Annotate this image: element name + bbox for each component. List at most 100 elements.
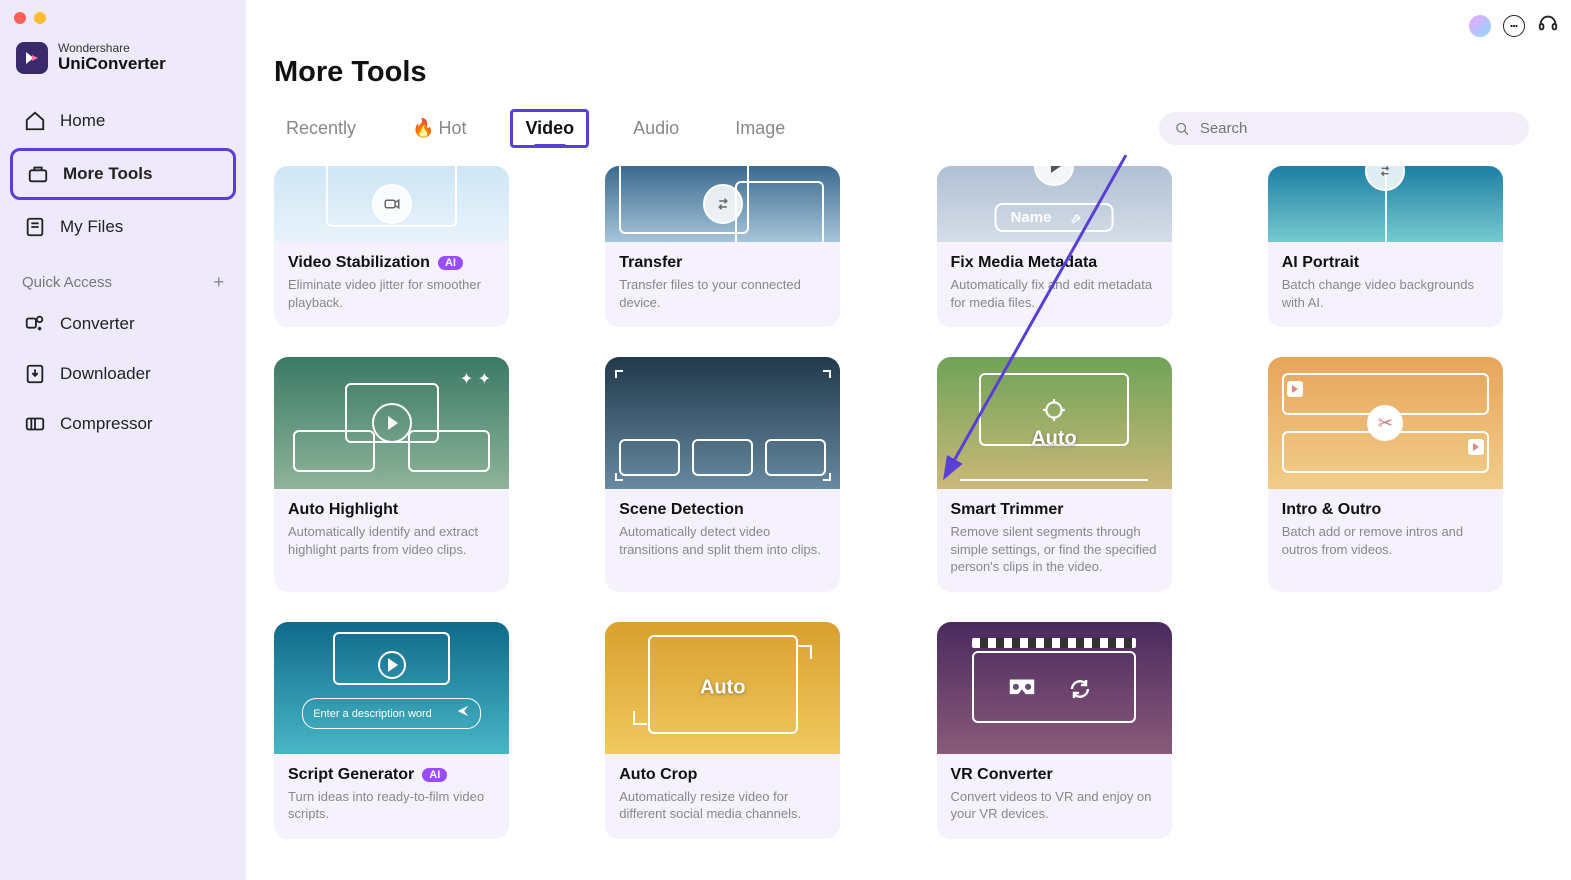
- card-desc: Turn ideas into ready-to-film video scri…: [288, 788, 495, 823]
- tools-grid: Video Stabilization AI Eliminate video ji…: [274, 166, 1529, 839]
- card-title: Auto Crop: [619, 766, 826, 784]
- sidebar-item-converter[interactable]: Converter: [10, 301, 236, 347]
- play-icon: [1287, 381, 1303, 397]
- refresh-icon: [1068, 677, 1092, 706]
- card-video-stabilization[interactable]: Video StabilizationAI Eliminate video ji…: [274, 166, 509, 327]
- card-desc: Automatically fix and edit metadata for …: [951, 276, 1158, 311]
- camera-icon: [372, 184, 412, 224]
- auto-overlay: Auto: [1031, 427, 1077, 450]
- sidebar-item-label: Converter: [60, 314, 135, 334]
- converter-icon: [24, 313, 46, 335]
- card-vr-converter[interactable]: VR Converter Convert videos to VR and en…: [937, 622, 1172, 839]
- transfer-icon: [703, 184, 743, 224]
- files-icon: [24, 216, 46, 238]
- card-desc: Automatically resize video for different…: [619, 788, 826, 823]
- card-title: Scene Detection: [619, 501, 826, 519]
- main-nav: Home More Tools My Files: [0, 98, 246, 250]
- card-desc: Convert videos to VR and enjoy on your V…: [951, 788, 1158, 823]
- card-intro-outro[interactable]: ✂ Intro & Outro Batch add or remove intr…: [1268, 357, 1503, 592]
- page-title: More Tools: [274, 56, 1529, 89]
- card-title: Fix Media Metadata: [951, 254, 1158, 272]
- quick-access-nav: Converter Downloader Compressor: [0, 301, 246, 447]
- card-auto-crop[interactable]: Auto Auto Crop Automatically resize vide…: [605, 622, 840, 839]
- card-smart-trimmer[interactable]: Auto Smart Trimmer Remove silent segment…: [937, 357, 1172, 592]
- card-auto-highlight[interactable]: ✦ ✦ Auto Highlight Automatically identif…: [274, 357, 509, 592]
- auto-overlay: Auto: [700, 676, 746, 699]
- card-desc: Automatically identify and extract highl…: [288, 523, 495, 558]
- top-right-controls: [1469, 12, 1559, 39]
- card-script-generator[interactable]: Enter a description word Script Generato…: [274, 622, 509, 839]
- quick-access-label: Quick Access: [22, 274, 112, 291]
- search-box[interactable]: [1159, 112, 1529, 145]
- card-desc: Remove silent segments through simple se…: [951, 523, 1158, 576]
- home-icon: [24, 110, 46, 132]
- card-title: Video Stabilization: [288, 254, 430, 272]
- logo-icon: [16, 42, 48, 74]
- sidebar-item-my-files[interactable]: My Files: [10, 204, 236, 250]
- card-fix-metadata[interactable]: Name Fix Media Metadata Automatically fi…: [937, 166, 1172, 327]
- card-thumb: Name: [937, 166, 1172, 242]
- card-desc: Batch add or remove intros and outros fr…: [1282, 523, 1489, 558]
- tabs-row: Recently 🔥Hot Video Audio Image: [274, 109, 1529, 148]
- card-thumb: [605, 166, 840, 242]
- play-icon: [372, 403, 412, 443]
- card-title: Transfer: [619, 254, 826, 272]
- tab-hot[interactable]: 🔥Hot: [400, 112, 478, 145]
- sidebar-item-label: Compressor: [60, 414, 153, 434]
- sidebar-item-compressor[interactable]: Compressor: [10, 401, 236, 447]
- play-icon: [1034, 166, 1074, 186]
- tab-recently[interactable]: Recently: [274, 112, 368, 145]
- card-scene-detection[interactable]: Scene Detection Automatically detect vid…: [605, 357, 840, 592]
- close-window-button[interactable]: [14, 12, 26, 24]
- compressor-icon: [24, 413, 46, 435]
- card-thumb: Enter a description word: [274, 622, 509, 754]
- card-title: Auto Highlight: [288, 501, 495, 519]
- vr-headset-icon: [1007, 677, 1037, 704]
- search-input[interactable]: [1200, 120, 1513, 137]
- card-desc: Eliminate video jitter for smoother play…: [288, 276, 495, 311]
- card-desc: Transfer files to your connected device.: [619, 276, 826, 311]
- name-field-overlay: Name: [995, 203, 1114, 232]
- tab-video[interactable]: Video: [510, 109, 589, 148]
- card-desc: Automatically detect video transitions a…: [619, 523, 826, 558]
- tab-label: Hot: [438, 118, 466, 139]
- user-avatar[interactable]: [1469, 15, 1491, 37]
- card-title: Intro & Outro: [1282, 501, 1489, 519]
- play-icon: [1468, 439, 1484, 455]
- card-title: AI Portrait: [1282, 254, 1489, 272]
- downloader-icon: [24, 363, 46, 385]
- messages-icon[interactable]: [1503, 15, 1525, 37]
- window-controls: [0, 10, 246, 38]
- sidebar-item-more-tools[interactable]: More Tools: [10, 148, 236, 200]
- ai-badge: AI: [422, 768, 447, 782]
- wrench-icon: [1069, 211, 1083, 225]
- fire-icon: 🔥: [412, 118, 434, 139]
- search-icon: [1175, 121, 1190, 137]
- card-transfer[interactable]: Transfer Transfer files to your connecte…: [605, 166, 840, 327]
- sidebar-item-label: Home: [60, 111, 105, 131]
- card-title: VR Converter: [951, 766, 1158, 784]
- sidebar: Wondershare UniConverter Home More Tools…: [0, 0, 246, 880]
- card-thumb: [1268, 166, 1503, 242]
- sidebar-item-label: My Files: [60, 217, 123, 237]
- card-thumb: Auto: [605, 622, 840, 754]
- card-thumb: ✂: [1268, 357, 1503, 489]
- card-thumb: [274, 166, 509, 242]
- scissors-icon: ✂: [1367, 405, 1403, 441]
- sidebar-item-home[interactable]: Home: [10, 98, 236, 144]
- target-icon: [1041, 397, 1067, 428]
- send-icon: [456, 704, 470, 723]
- card-ai-portrait[interactable]: AI Portrait Batch change video backgroun…: [1268, 166, 1503, 327]
- add-quick-access-button[interactable]: +: [213, 272, 224, 293]
- card-desc: Batch change video backgrounds with AI.: [1282, 276, 1489, 311]
- quick-access-header: Quick Access +: [0, 254, 246, 301]
- sidebar-item-downloader[interactable]: Downloader: [10, 351, 236, 397]
- card-title: Script Generator: [288, 766, 414, 784]
- card-title: Smart Trimmer: [951, 501, 1158, 519]
- tab-audio[interactable]: Audio: [621, 112, 691, 145]
- card-thumb: Auto: [937, 357, 1172, 489]
- support-icon[interactable]: [1537, 12, 1559, 39]
- minimize-window-button[interactable]: [34, 12, 46, 24]
- tab-image[interactable]: Image: [723, 112, 797, 145]
- toolbox-icon: [27, 163, 49, 185]
